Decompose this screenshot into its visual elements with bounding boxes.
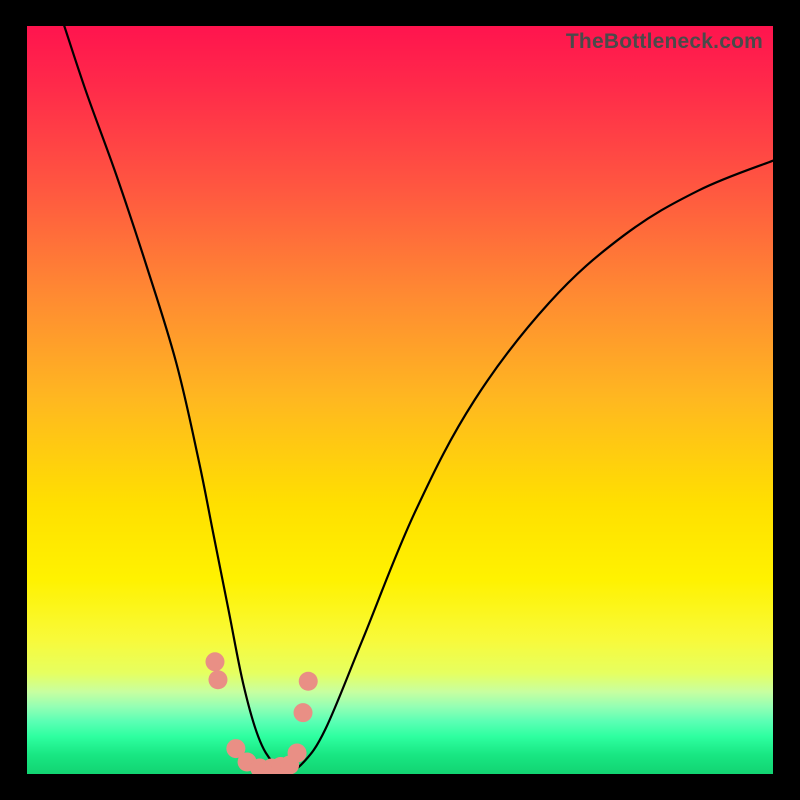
highlight-dots (205, 652, 317, 774)
chart-frame: TheBottleneck.com (0, 0, 800, 800)
chart-svg (27, 26, 773, 774)
highlight-dot (288, 744, 307, 763)
highlight-dot (294, 703, 313, 722)
highlight-dot (208, 670, 227, 689)
bottleneck-curve (64, 26, 773, 770)
chart-plot-area: TheBottleneck.com (27, 26, 773, 774)
highlight-dot (299, 672, 318, 691)
highlight-dot (205, 652, 224, 671)
